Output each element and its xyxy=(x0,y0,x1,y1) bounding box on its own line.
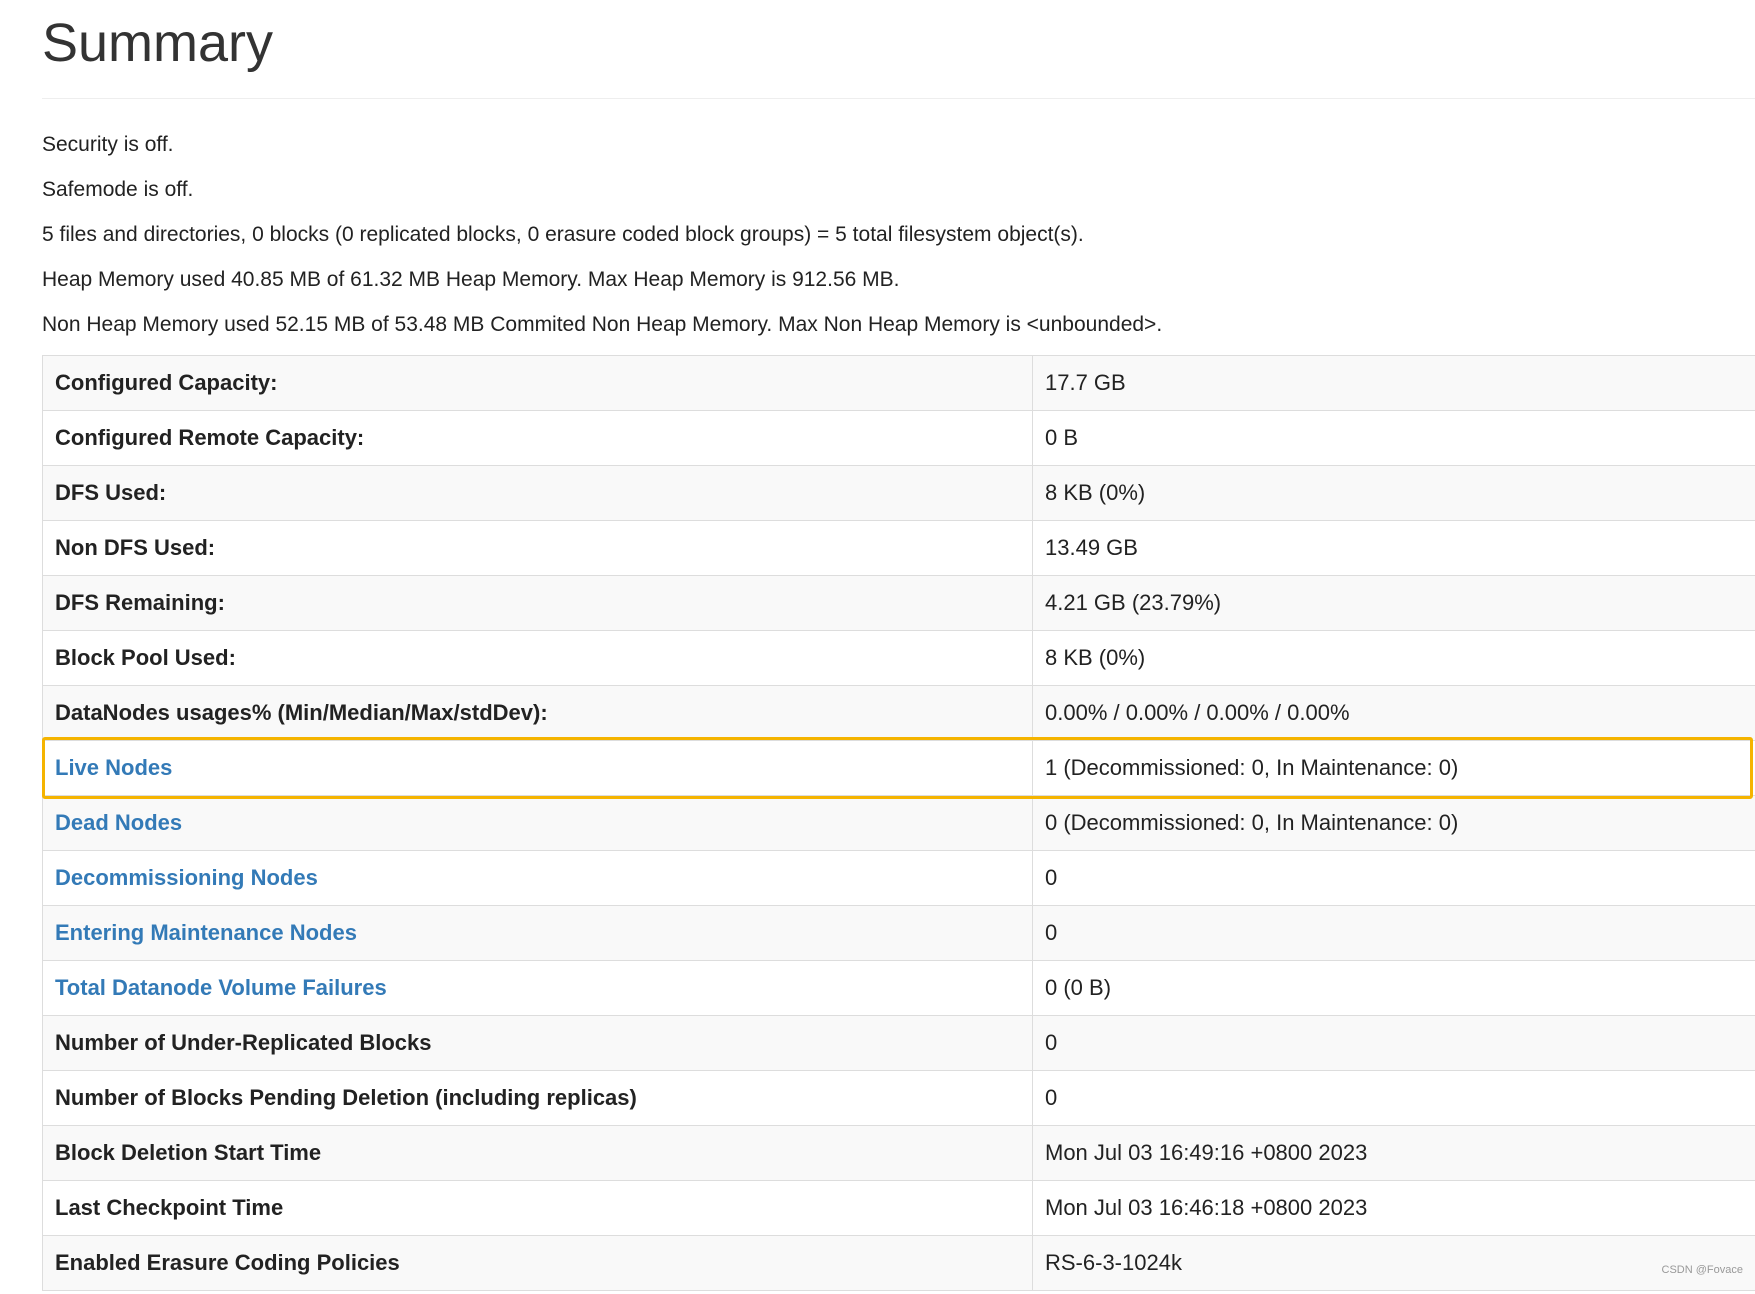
table-row: Non DFS Used: 13.49 GB xyxy=(42,520,1755,576)
decommissioning-nodes-value: 0 xyxy=(1032,850,1755,906)
live-nodes-value: 1 (Decommissioned: 0, In Maintenance: 0) xyxy=(1032,740,1755,796)
dfs-remaining-label: DFS Remaining: xyxy=(42,575,1033,631)
under-replicated-blocks-label: Number of Under-Replicated Blocks xyxy=(42,1015,1033,1071)
table-row: DFS Used: 8 KB (0%) xyxy=(42,465,1755,521)
decommissioning-nodes-link[interactable]: Decommissioning Nodes xyxy=(55,865,318,890)
table-row: Live Nodes 1 (Decommissioned: 0, In Main… xyxy=(42,740,1755,796)
non-heap-memory-status: Non Heap Memory used 52.15 MB of 53.48 M… xyxy=(42,313,1163,336)
configured-capacity-label: Configured Capacity: xyxy=(42,355,1033,411)
datanodes-usages-value: 0.00% / 0.00% / 0.00% / 0.00% xyxy=(1032,685,1755,741)
pending-deletion-value: 0 xyxy=(1032,1070,1755,1126)
entering-maintenance-nodes-cell: Entering Maintenance Nodes xyxy=(42,905,1033,961)
filesystem-objects-status: 5 files and directories, 0 blocks (0 rep… xyxy=(42,223,1084,246)
table-row: Block Deletion Start Time Mon Jul 03 16:… xyxy=(42,1125,1755,1181)
table-row: Dead Nodes 0 (Decommissioned: 0, In Main… xyxy=(42,795,1755,851)
decommissioning-nodes-cell: Decommissioning Nodes xyxy=(42,850,1033,906)
table-row: DataNodes usages% (Min/Median/Max/stdDev… xyxy=(42,685,1755,741)
non-dfs-used-label: Non DFS Used: xyxy=(42,520,1033,576)
summary-table: Configured Capacity: 17.7 GB Configured … xyxy=(42,355,1755,1291)
block-pool-used-label: Block Pool Used: xyxy=(42,630,1033,686)
pending-deletion-label: Number of Blocks Pending Deletion (inclu… xyxy=(42,1070,1033,1126)
table-row: Entering Maintenance Nodes 0 xyxy=(42,905,1755,961)
non-dfs-used-value: 13.49 GB xyxy=(1032,520,1755,576)
table-row: Configured Capacity: 17.7 GB xyxy=(42,355,1755,411)
block-deletion-start-value: Mon Jul 03 16:49:16 +0800 2023 xyxy=(1032,1125,1755,1181)
last-checkpoint-value: Mon Jul 03 16:46:18 +0800 2023 xyxy=(1032,1180,1755,1236)
erasure-coding-policies-label: Enabled Erasure Coding Policies xyxy=(42,1235,1033,1291)
configured-remote-capacity-value: 0 B xyxy=(1032,410,1755,466)
table-row: Total Datanode Volume Failures 0 (0 B) xyxy=(42,960,1755,1016)
table-row: Last Checkpoint Time Mon Jul 03 16:46:18… xyxy=(42,1180,1755,1236)
table-row: Configured Remote Capacity: 0 B xyxy=(42,410,1755,466)
live-nodes-link[interactable]: Live Nodes xyxy=(55,755,172,780)
datanodes-usages-label: DataNodes usages% (Min/Median/Max/stdDev… xyxy=(42,685,1033,741)
table-row: Decommissioning Nodes 0 xyxy=(42,850,1755,906)
page-title: Summary xyxy=(42,13,274,73)
security-status: Security is off. xyxy=(42,133,174,156)
last-checkpoint-label: Last Checkpoint Time xyxy=(42,1180,1033,1236)
configured-remote-capacity-label: Configured Remote Capacity: xyxy=(42,410,1033,466)
volume-failures-value: 0 (0 B) xyxy=(1032,960,1755,1016)
volume-failures-link[interactable]: Total Datanode Volume Failures xyxy=(55,975,387,1000)
table-row: Number of Blocks Pending Deletion (inclu… xyxy=(42,1070,1755,1126)
table-row: Block Pool Used: 8 KB (0%) xyxy=(42,630,1755,686)
volume-failures-cell: Total Datanode Volume Failures xyxy=(42,960,1033,1016)
dfs-used-label: DFS Used: xyxy=(42,465,1033,521)
status-info: Security is off. Safemode is off. 5 file… xyxy=(42,125,1742,350)
safemode-status: Safemode is off. xyxy=(42,178,194,201)
entering-maintenance-nodes-value: 0 xyxy=(1032,905,1755,961)
dfs-used-value: 8 KB (0%) xyxy=(1032,465,1755,521)
heap-memory-status: Heap Memory used 40.85 MB of 61.32 MB He… xyxy=(42,268,900,291)
table-row: Enabled Erasure Coding Policies RS-6-3-1… xyxy=(42,1235,1755,1291)
configured-capacity-value: 17.7 GB xyxy=(1032,355,1755,411)
dead-nodes-cell: Dead Nodes xyxy=(42,795,1033,851)
under-replicated-blocks-value: 0 xyxy=(1032,1015,1755,1071)
table-row: Number of Under-Replicated Blocks 0 xyxy=(42,1015,1755,1071)
block-deletion-start-label: Block Deletion Start Time xyxy=(42,1125,1033,1181)
watermark: CSDN @Fovace xyxy=(1661,1264,1743,1276)
dfs-remaining-value: 4.21 GB (23.79%) xyxy=(1032,575,1755,631)
erasure-coding-policies-value: RS-6-3-1024k xyxy=(1032,1235,1755,1291)
table-row: DFS Remaining: 4.21 GB (23.79%) xyxy=(42,575,1755,631)
title-divider xyxy=(42,98,1755,99)
live-nodes-cell: Live Nodes xyxy=(42,740,1033,796)
entering-maintenance-nodes-link[interactable]: Entering Maintenance Nodes xyxy=(55,920,357,945)
dead-nodes-link[interactable]: Dead Nodes xyxy=(55,810,182,835)
dead-nodes-value: 0 (Decommissioned: 0, In Maintenance: 0) xyxy=(1032,795,1755,851)
block-pool-used-value: 8 KB (0%) xyxy=(1032,630,1755,686)
